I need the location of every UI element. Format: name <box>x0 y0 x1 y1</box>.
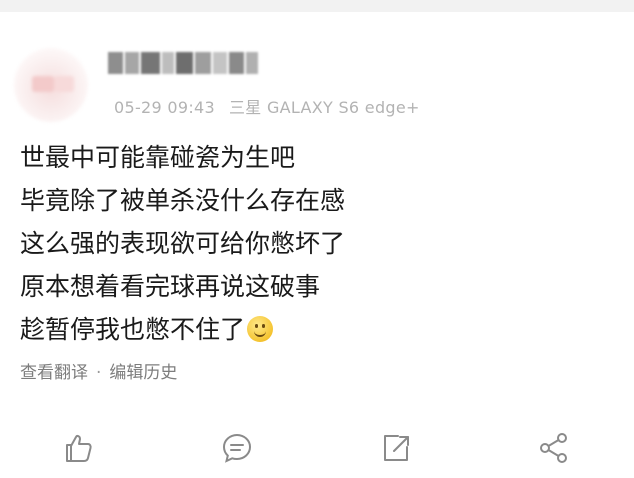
comment-icon <box>222 433 252 463</box>
username-blurred[interactable] <box>108 48 259 76</box>
content-line: 原本想着看完球再说这破事 <box>20 272 321 301</box>
content-line: 这么强的表现欲可给你憋坏了 <box>20 229 346 258</box>
thumbs-up-icon <box>66 434 92 462</box>
content-line-last: 趁暂停我也憋不住了 <box>20 308 620 351</box>
post-content: 世最中可能靠碰瓷为生吧 毕竟除了被单杀没什么存在感 这么强的表现欲可给你憋坏了 … <box>20 136 620 351</box>
post-links: 查看翻译 · 编辑历史 <box>20 358 177 383</box>
share-button[interactable] <box>536 430 572 466</box>
edit-history-link[interactable]: 编辑历史 <box>109 363 177 383</box>
avatar[interactable] <box>14 48 88 122</box>
share-icon <box>540 433 567 463</box>
post-meta: 05-29 09:43 三星 GALAXY S6 edge+ <box>114 94 420 118</box>
post-card: 05-29 09:43 三星 GALAXY S6 edge+ 世最中可能靠碰瓷为生… <box>0 12 634 478</box>
comment-button[interactable] <box>219 430 255 466</box>
content-line-text: 趁暂停我也憋不住了 <box>20 315 246 344</box>
translate-link[interactable]: 查看翻译 <box>20 363 88 383</box>
repost-button[interactable] <box>378 430 414 466</box>
post-device: 三星 GALAXY S6 edge+ <box>229 98 420 117</box>
post-timestamp: 05-29 09:43 <box>114 98 215 117</box>
smile-emoji-icon <box>247 316 274 342</box>
like-button[interactable] <box>60 430 96 466</box>
content-line: 毕竟除了被单杀没什么存在感 <box>20 186 346 215</box>
action-bar <box>0 424 634 478</box>
content-line: 世最中可能靠碰瓷为生吧 <box>20 143 296 172</box>
link-separator: · <box>96 363 102 383</box>
repost-icon <box>384 435 409 461</box>
